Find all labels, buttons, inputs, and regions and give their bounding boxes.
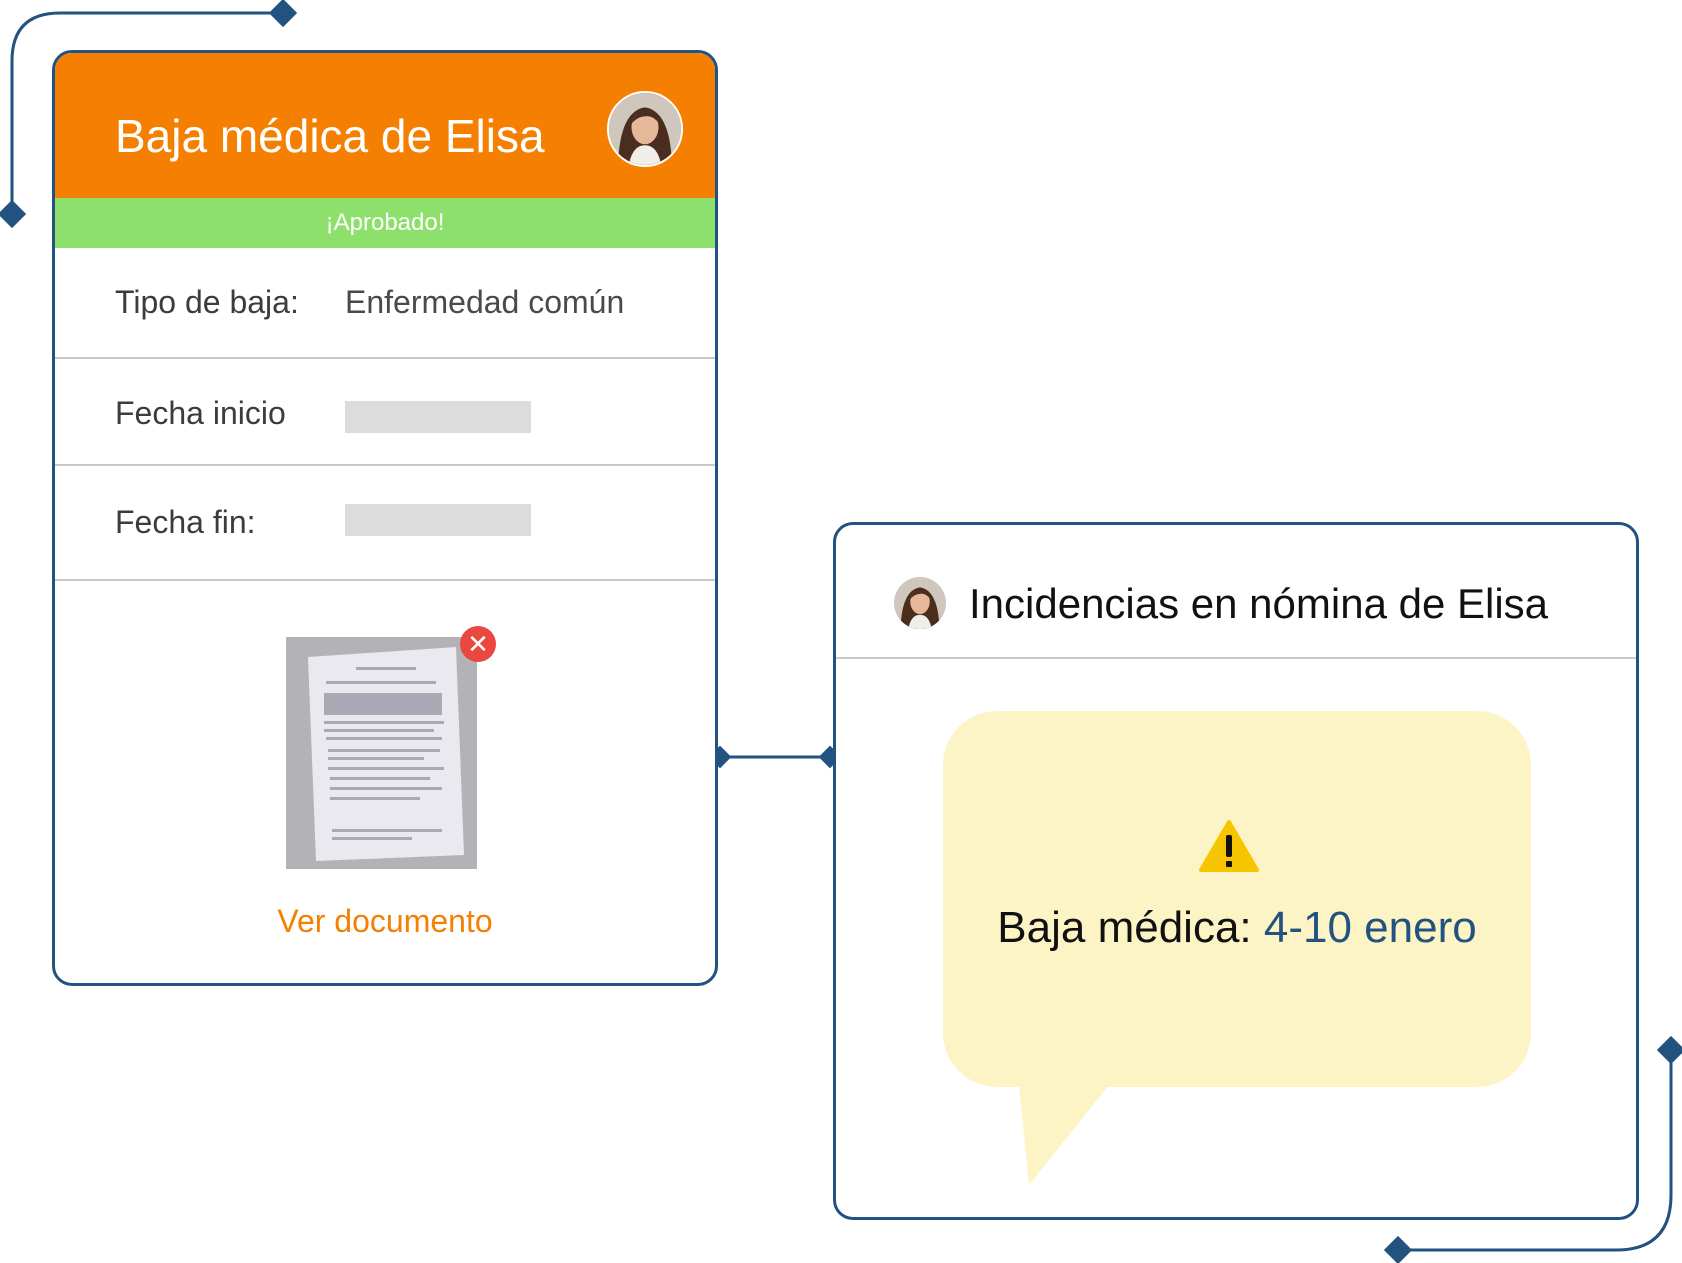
user-avatar-icon [609, 93, 681, 165]
incident-label: Baja médica: [997, 903, 1252, 952]
start-date-label: Fecha inicio [115, 395, 286, 431]
connector-node [1656, 1035, 1682, 1065]
leave-type-row: Tipo de baja: Enfermedad común [55, 248, 715, 359]
leave-type-label: Tipo de baja: [115, 284, 299, 320]
leave-type-value: Enfermedad común [345, 284, 625, 320]
card-title: Baja médica de Elisa [115, 110, 545, 162]
document-thumbnail[interactable] [286, 637, 477, 869]
document-section: ✕ Ver documento [55, 581, 715, 983]
close-icon: ✕ [467, 629, 489, 659]
connector-node [0, 199, 27, 229]
start-date-row: Fecha inicio [55, 359, 715, 466]
end-date-label: Fecha fin: [115, 504, 256, 540]
view-document-link[interactable]: Ver documento [55, 903, 715, 940]
end-date-value-placeholder [345, 504, 531, 536]
start-date-value-placeholder [345, 401, 531, 433]
medical-leave-card: Baja médica de Elisa ¡Aprobado! Tipo de … [52, 50, 718, 986]
avatar [607, 91, 683, 167]
payroll-incidents-card: Incidencias en nómina de Elisa Baja médi… [833, 522, 1639, 1220]
speech-bubble-tail [1019, 1085, 1109, 1185]
card-title: Incidencias en nómina de Elisa [969, 580, 1549, 627]
card-header: Incidencias en nómina de Elisa [836, 525, 1636, 659]
incident-dates: 4-10 enero [1263, 903, 1477, 952]
document-thumbnail-icon [286, 637, 477, 869]
avatar [894, 577, 946, 629]
card-header: Baja médica de Elisa [55, 53, 715, 198]
connector-node [1383, 1235, 1413, 1263]
incident-text: Baja médica: 4-10 enero [943, 903, 1531, 953]
status-badge: ¡Aprobado! [55, 198, 715, 248]
user-avatar-icon [894, 577, 946, 629]
end-date-row: Fecha fin: [55, 466, 715, 581]
incident-notice: Baja médica: 4-10 enero [943, 711, 1531, 1087]
warning-icon [1199, 820, 1259, 872]
remove-document-button[interactable]: ✕ [460, 626, 496, 662]
connector-node [268, 0, 298, 28]
